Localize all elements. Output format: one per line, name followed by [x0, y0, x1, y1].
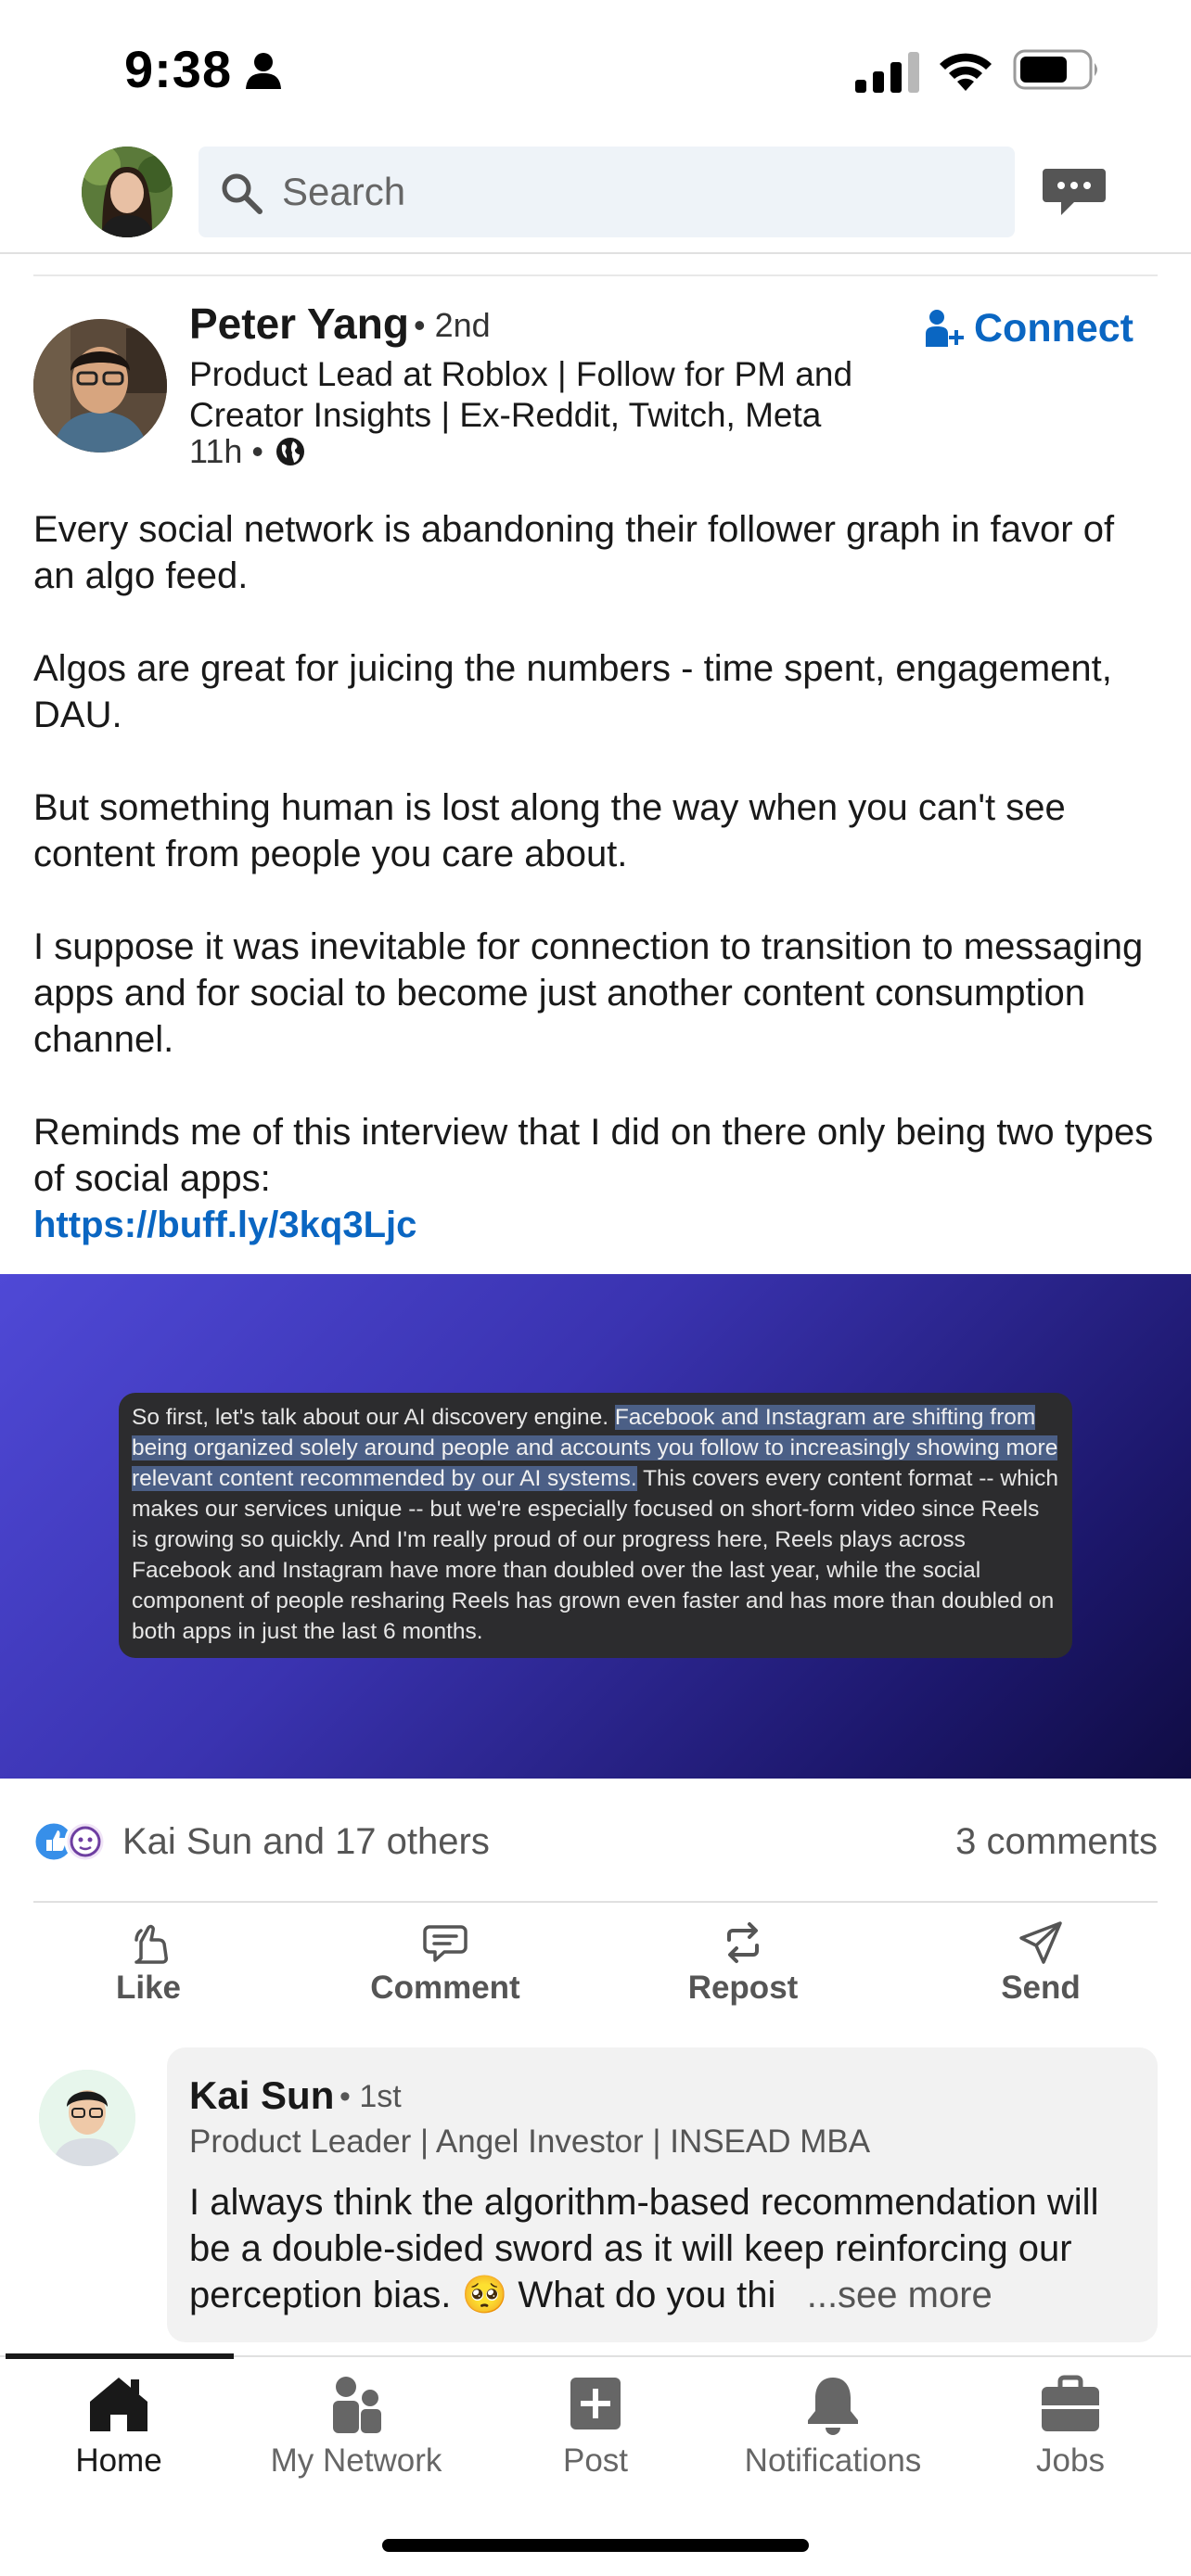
see-more-link[interactable]: ...see more — [807, 2275, 992, 2315]
comment-text: I always think the algorithm-based recom… — [189, 2179, 1145, 2318]
post-paragraph: Algos are great for juicing the numbers … — [33, 648, 1112, 735]
add-post-icon — [570, 2378, 621, 2429]
comment-label: Comment — [370, 1970, 520, 2006]
commenter-headline: Product Leader | Angel Investor | INSEAD… — [189, 2123, 871, 2160]
post-paragraph: But something human is lost along the wa… — [33, 787, 1066, 874]
repost-label: Repost — [687, 1970, 799, 2006]
post-timestamp: 11h • — [189, 432, 263, 470]
quote-text-after: This covers every content format -- whic… — [132, 1466, 1059, 1644]
feed-divider — [33, 274, 1158, 276]
comment-icon — [423, 1925, 467, 1962]
globe-icon — [276, 438, 304, 465]
connect-button[interactable]: Connect — [924, 302, 1133, 354]
connection-degree: • 2nd — [414, 306, 491, 344]
messaging-icon[interactable] — [1041, 163, 1108, 219]
quote-text-before: So first, let's talk about our AI discov… — [132, 1405, 615, 1430]
nav-my-network-label: My Network — [270, 2442, 442, 2479]
home-indicator[interactable] — [382, 2539, 809, 2552]
bell-icon — [808, 2378, 858, 2435]
cellular-signal-icon — [855, 52, 919, 93]
like-icon — [134, 1924, 168, 1964]
status-time: 9:38 — [124, 40, 233, 98]
comment-button[interactable]: Comment — [334, 1916, 557, 2018]
nav-jobs[interactable]: Jobs — [950, 2357, 1191, 2496]
post-paragraph: Every social network is abandoning their… — [33, 509, 1115, 596]
wifi-icon — [940, 53, 992, 91]
top-nav — [0, 139, 1191, 254]
commenter-name[interactable]: Kai Sun — [189, 2073, 334, 2118]
nav-my-network[interactable]: My Network — [236, 2357, 477, 2496]
commenter-degree: • 1st — [339, 2079, 402, 2114]
self-avatar[interactable] — [82, 147, 173, 237]
home-icon — [90, 2378, 147, 2431]
search-bar[interactable] — [198, 147, 1015, 237]
author-avatar[interactable] — [33, 319, 167, 453]
person-icon — [246, 53, 281, 89]
send-icon — [1019, 1921, 1062, 1964]
like-button[interactable]: Like — [37, 1916, 260, 2018]
briefcase-icon — [1042, 2375, 1099, 2431]
search-input[interactable] — [282, 147, 987, 237]
nav-notifications-label: Notifications — [744, 2442, 922, 2479]
commenter-avatar[interactable] — [39, 2070, 135, 2166]
post-paragraph: I suppose it was inevitable for connecti… — [33, 926, 1144, 1060]
comments-count[interactable]: 3 comments — [955, 1821, 1158, 1863]
nav-post-label: Post — [562, 2442, 629, 2479]
nav-post[interactable]: Post — [475, 2357, 716, 2496]
status-bar: 9:38 — [0, 0, 1191, 139]
send-button[interactable]: Send — [929, 1916, 1152, 2018]
nav-notifications[interactable]: Notifications — [712, 2357, 954, 2496]
post-image[interactable]: So first, let's talk about our AI discov… — [0, 1274, 1191, 1779]
quote-text: So first, let's talk about our AI discov… — [132, 1402, 1059, 1647]
actions-divider — [33, 1901, 1158, 1903]
post-link[interactable]: https://buff.ly/3kq3Ljc — [33, 1202, 1165, 1248]
reaction-icons[interactable] — [33, 1819, 111, 1864]
nav-jobs-label: Jobs — [1036, 2442, 1105, 2479]
repost-icon — [727, 1922, 759, 1963]
repost-button[interactable]: Repost — [632, 1916, 854, 2018]
nav-home[interactable]: Home — [0, 2357, 239, 2496]
post-paragraph-text: Reminds me of this interview that I did … — [33, 1112, 1154, 1199]
quote-card: So first, let's talk about our AI discov… — [119, 1393, 1072, 1658]
nav-home-label: Home — [75, 2442, 162, 2479]
author-name[interactable]: Peter Yang — [189, 299, 409, 349]
post-action-bar: Like Comment Repost Send — [0, 1916, 1191, 2018]
social-counts: Kai Sun and 17 others 3 comments — [33, 1814, 1158, 1869]
post-paragraph: Reminds me of this interview that I did … — [33, 1109, 1165, 1248]
comment-bubble[interactable]: Kai Sun • 1st Product Leader | Angel Inv… — [167, 2047, 1158, 2342]
add-person-icon — [926, 310, 964, 347]
my-network-icon — [333, 2377, 381, 2433]
connect-label: Connect — [974, 305, 1133, 351]
send-label: Send — [1001, 1970, 1081, 2006]
reactions-text[interactable]: Kai Sun and 17 others — [122, 1821, 490, 1863]
like-label: Like — [115, 1970, 182, 2006]
battery-icon — [1013, 49, 1097, 90]
search-icon — [222, 173, 263, 214]
post-body: Every social network is abandoning their… — [33, 506, 1165, 1248]
author-headline: Product Lead at Roblox | Follow for PM a… — [189, 355, 853, 434]
